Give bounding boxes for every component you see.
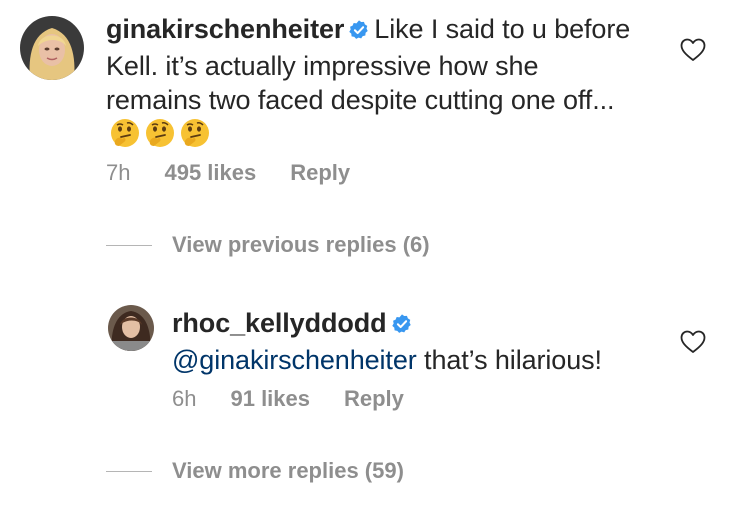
view-more-replies-label: View more replies (59) [172,458,404,483]
comment-text: ginakirschenheiter Like I said to u befor… [106,12,636,157]
comment-time: 6h [172,386,197,411]
view-more-replies-button[interactable]: View more replies (59) [106,458,404,484]
thinking-face-icon [109,117,141,157]
emoji-group [106,119,211,149]
mention-link[interactable]: @ginakirschenheiter [172,345,417,375]
avatar[interactable] [20,16,84,80]
reply-button[interactable]: Reply [344,386,404,412]
comment-meta: 7h 495 likes Reply [106,160,350,186]
comment-username[interactable]: rhoc_kellyddodd [172,308,387,338]
comment-meta: 6h 91 likes Reply [172,386,404,412]
reply-button[interactable]: Reply [290,160,350,186]
comment-text: rhoc_kellyddodd @ginakirschenheiter that’… [172,306,672,377]
verified-badge-icon [391,309,413,343]
thinking-face-icon [144,117,176,157]
comment-likes[interactable]: 495 likes [164,160,256,186]
like-heart-icon[interactable] [680,38,706,67]
like-heart-icon[interactable] [680,330,706,359]
thinking-face-icon [179,117,211,157]
view-previous-replies-button[interactable]: View previous replies (6) [106,232,430,258]
divider-line [106,470,152,472]
avatar[interactable] [108,305,154,351]
comment-likes[interactable]: 91 likes [230,386,310,412]
view-previous-replies-label: View previous replies (6) [172,232,430,257]
comment-time: 7h [106,160,131,185]
verified-badge-icon [348,15,370,49]
divider-line [106,244,152,246]
comment-body: that’s hilarious! [416,345,602,375]
comment-username[interactable]: ginakirschenheiter [106,14,344,44]
